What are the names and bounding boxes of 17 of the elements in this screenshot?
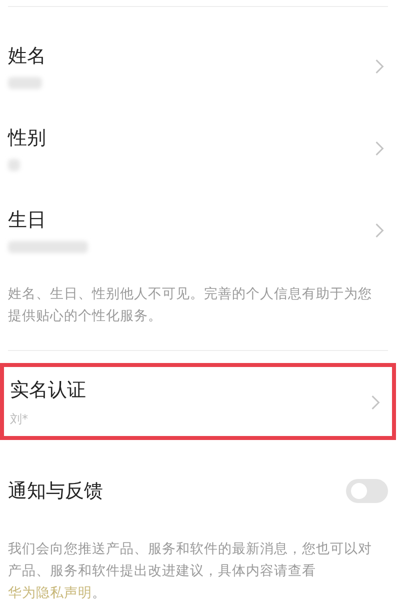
row-label: 生日 bbox=[8, 208, 47, 233]
verification-row[interactable]: 实名认证 刘* bbox=[2, 364, 394, 438]
row-value: 刘* bbox=[10, 410, 29, 428]
privacy-note: 姓名、生日、性别他人不可见。完善的个人信息有助于为您提供贴心的个性化服务。 bbox=[8, 285, 373, 326]
toggle-switch[interactable] bbox=[346, 478, 388, 503]
chevron-right-icon bbox=[371, 394, 380, 410]
chevron-right-icon bbox=[375, 222, 384, 238]
profile-row[interactable]: 姓名 bbox=[8, 37, 388, 95]
chevron-right-icon bbox=[375, 140, 384, 156]
row-label: 通知与反馈 bbox=[8, 478, 103, 504]
profile-row[interactable]: 性别 bbox=[8, 119, 388, 177]
row-label: 姓名 bbox=[8, 44, 46, 69]
profile-row[interactable]: 生日 bbox=[8, 201, 388, 259]
chevron-right-icon bbox=[375, 58, 384, 74]
row-label: 实名认证 bbox=[10, 378, 86, 403]
notification-note: 我们会向您推送产品、服务和软件的最新消息，您也可以对产品、服务和软件提出改进建议，具体内容请查看 华为隐私声明。 bbox=[8, 540, 373, 604]
row-label: 性别 bbox=[8, 126, 46, 151]
